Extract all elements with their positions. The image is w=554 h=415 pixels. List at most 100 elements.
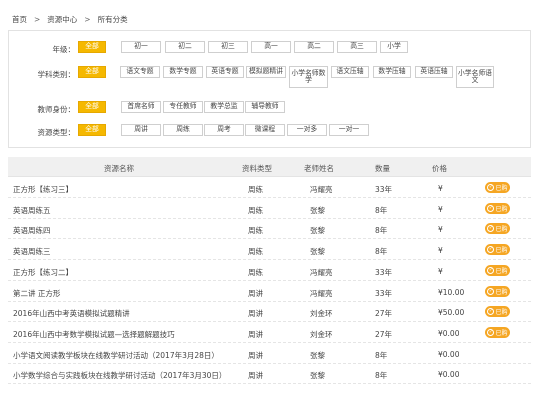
cell-price: ¥ [438, 204, 443, 214]
table-row[interactable]: 英语周练四 周练 张黎 8年 ¥ ✓ 已购 [8, 219, 531, 240]
breadcrumb-home[interactable]: 首页 [12, 15, 27, 24]
subject-option-2[interactable]: 数学专题 [163, 66, 203, 78]
buy-button-label: 已购 [495, 185, 508, 192]
buy-button-label: 已购 [495, 329, 508, 337]
cell-name: 2016年山西中考英语模拟试题精讲 [13, 309, 130, 319]
cell-type: 周练 [248, 185, 263, 194]
type-option-5[interactable]: 一对多 [287, 124, 327, 136]
cell-name: 第二讲 正方形 [13, 288, 61, 298]
subject-option-7[interactable]: 数学压轴 [373, 66, 411, 78]
buy-button[interactable]: ✓ 已购 [485, 202, 510, 214]
table-row[interactable]: 2016年山西中考数学模拟试题—选择题解题技巧 周讲 刘金环 27年 ¥0.00 ✓ 已购 [8, 323, 531, 343]
subject-option-9[interactable]: 小学名师语文 [456, 66, 494, 88]
cell-type: 周讲 [248, 350, 263, 360]
col-header-price: 价格 [432, 164, 447, 173]
cell-name: 英语周练四 [13, 226, 51, 236]
grade-option-5[interactable]: 高二 [294, 41, 334, 53]
col-header-count: 数量 [375, 164, 390, 173]
cell-price: ¥ [438, 184, 443, 193]
cell-name: 正方形【练习三】 [13, 185, 73, 194]
breadcrumb-all-categories: 所有分类 [97, 15, 128, 24]
buy-button-label: 已购 [495, 226, 508, 234]
cell-teacher: 刘金环 [310, 329, 333, 339]
buy-button[interactable]: ✓ 已购 [485, 285, 510, 297]
subject-option-8[interactable]: 英语压轴 [415, 66, 453, 78]
type-option-all[interactable]: 全部 [78, 124, 106, 136]
buy-button[interactable]: ✓ 已购 [485, 306, 510, 318]
table-row[interactable]: 正方形【练习三】 周练 冯耀亮 33年 ¥ ✓ 已购 [8, 178, 531, 198]
cell-teacher: 张黎 [310, 371, 325, 381]
teacher-option-3[interactable]: 教学总监 [204, 101, 244, 113]
type-option-4[interactable]: 微课程 [245, 124, 285, 136]
table-row[interactable]: 英语周练五 周练 张黎 8年 ¥ ✓ 已购 [8, 199, 531, 219]
check-icon: ✓ [487, 225, 495, 233]
cell-teacher: 张黎 [310, 350, 325, 360]
check-icon: ✓ [487, 287, 495, 295]
type-option-2[interactable]: 周练 [163, 124, 203, 136]
cell-type: 周讲 [248, 288, 263, 298]
grade-option-all[interactable]: 全部 [78, 41, 106, 53]
subject-option-6[interactable]: 语文压轴 [331, 66, 369, 78]
type-option-1[interactable]: 周讲 [121, 124, 161, 136]
teacher-option-1[interactable]: 首席名师 [121, 101, 161, 113]
grade-option-1[interactable]: 初一 [121, 41, 161, 53]
cell-count: 33年 [375, 267, 393, 277]
buy-button[interactable]: ✓ 已购 [485, 223, 510, 235]
cell-name: 英语周练五 [13, 205, 51, 215]
table-row[interactable]: 正方形【练习二】 周练 冯耀亮 33年 ¥ ✓ 已购 [8, 261, 531, 281]
cell-price: ¥ [438, 225, 443, 235]
cell-price: ¥0.00 [438, 349, 460, 359]
table-row[interactable]: 英语周练三 周练 张黎 8年 ¥ ✓ 已购 [8, 240, 531, 261]
cell-teacher: 刘金环 [310, 309, 333, 319]
teacher-option-all[interactable]: 全部 [78, 101, 106, 113]
teacher-option-4[interactable]: 辅导教师 [245, 101, 285, 113]
table-row[interactable]: 小学语文阅读教学板块在线教学研讨活动（2017年3月28日） 周讲 张黎 8年 ¥0.0… [8, 344, 531, 364]
buy-button[interactable]: ✓ 已购 [485, 326, 510, 338]
teacher-option-2[interactable]: 专任教师 [163, 101, 203, 113]
grade-option-3[interactable]: 初三 [208, 41, 248, 53]
cell-teacher: 冯耀亮 [310, 267, 333, 277]
cell-count: 33年 [375, 288, 393, 298]
table-row[interactable]: 第二讲 正方形 周讲 冯耀亮 33年 ¥10.00 ✓ 已购 [8, 282, 531, 302]
type-filter-label: 资源类型： [37, 128, 76, 137]
check-icon: ✓ [487, 328, 495, 336]
buy-button-label: 已购 [495, 288, 508, 296]
cell-type: 周练 [248, 226, 263, 236]
cell-count: 8年 [375, 205, 388, 215]
subject-option-3[interactable]: 英语专题 [206, 66, 244, 78]
cell-count: 8年 [375, 226, 388, 236]
cell-name: 小学语文阅读教学板块在线教学研讨活动（2017年3月28日） [13, 350, 219, 360]
col-header-type: 资料类型 [242, 164, 272, 173]
buy-button-label: 已购 [495, 205, 508, 213]
grade-option-2[interactable]: 初二 [165, 41, 205, 53]
breadcrumb: 首页 > 资源中心 > 所有分类 [12, 15, 128, 24]
grade-option-4[interactable]: 高一 [251, 41, 291, 53]
cell-name: 2016年山西中考数学模拟试题—选择题解题技巧 [13, 329, 175, 339]
type-option-6[interactable]: 一对一 [329, 124, 369, 136]
grade-option-6[interactable]: 高三 [337, 41, 377, 53]
subject-option-4[interactable]: 模拟题精讲 [246, 66, 286, 78]
cell-type: 周讲 [248, 309, 263, 319]
table-row[interactable]: 2016年山西中考英语模拟试题精讲 周讲 刘金环 27年 ¥50.00 ✓ 已购 [8, 302, 531, 323]
table-row[interactable]: 小学数学综合与实践板块在线教学研讨活动（2017年3月30日） 周讲 张黎 8年 ¥0.… [8, 364, 531, 385]
buy-button[interactable]: ✓ 已购 [485, 182, 510, 193]
type-option-3[interactable]: 周考 [204, 124, 244, 136]
subject-option-all[interactable]: 全部 [78, 66, 106, 78]
breadcrumb-resource-center[interactable]: 资源中心 [47, 15, 77, 24]
cell-name: 小学数学综合与实践板块在线教学研讨活动（2017年3月30日） [13, 371, 227, 381]
subject-option-5[interactable]: 小学名师数学 [289, 66, 328, 88]
cell-type: 周讲 [248, 371, 263, 381]
teacher-filter-label: 教师身份： [37, 105, 76, 114]
subject-option-1[interactable]: 语文专题 [120, 66, 160, 78]
grade-option-7[interactable]: 小学 [380, 41, 408, 53]
cell-teacher: 冯耀亮 [310, 185, 333, 194]
cell-type: 周讲 [248, 329, 263, 339]
check-icon: ✓ [487, 266, 495, 274]
cell-count: 8年 [375, 350, 388, 360]
buy-button[interactable]: ✓ 已购 [485, 244, 510, 256]
check-icon: ✓ [487, 246, 495, 254]
cell-count: 33年 [375, 185, 393, 194]
buy-button[interactable]: ✓ 已购 [485, 264, 510, 276]
buy-button-label: 已购 [495, 267, 508, 275]
cell-teacher: 冯耀亮 [310, 288, 333, 298]
